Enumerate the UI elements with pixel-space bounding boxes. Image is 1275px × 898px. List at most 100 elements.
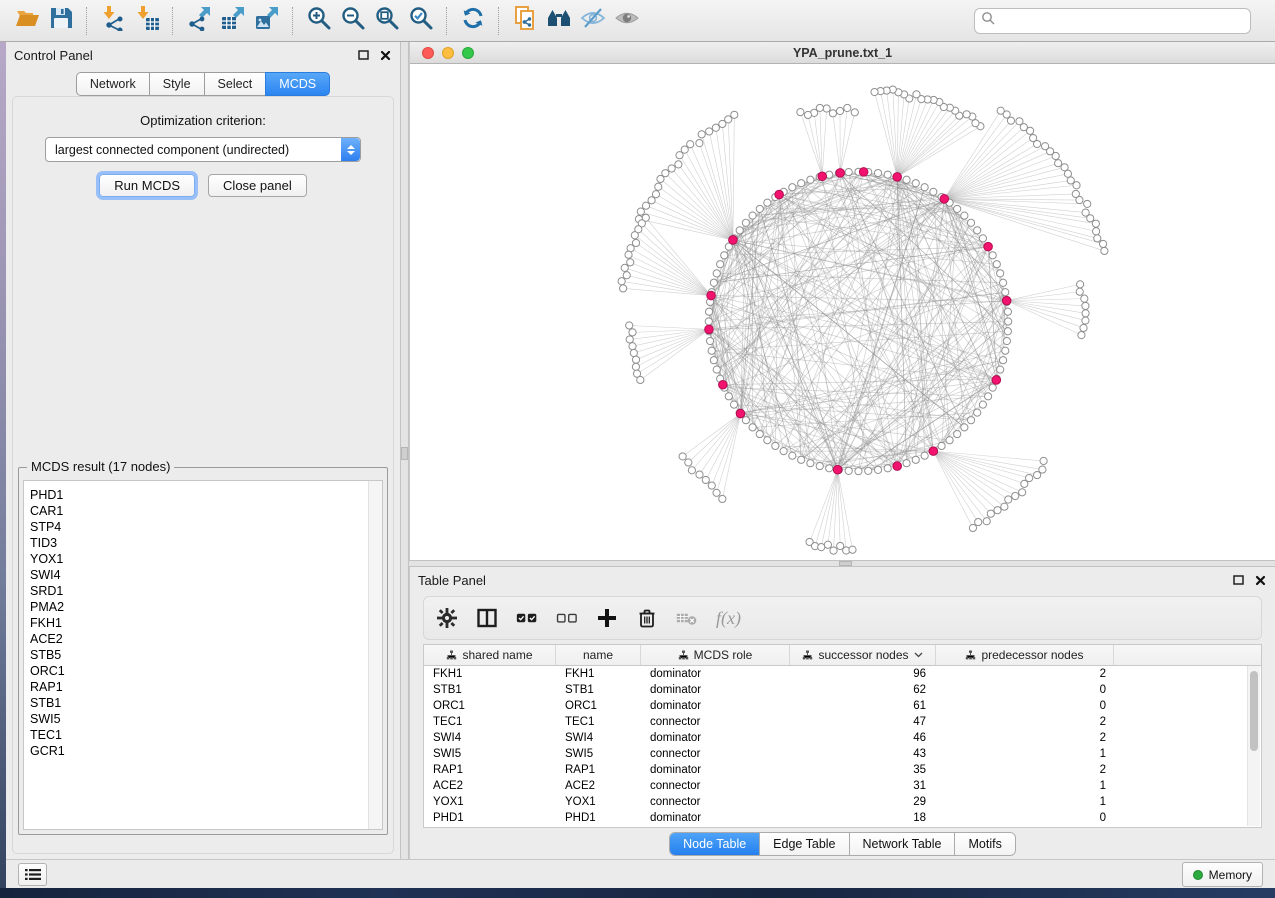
network-node[interactable]	[836, 107, 843, 114]
dominator-node[interactable]	[775, 190, 784, 199]
network-node[interactable]	[637, 376, 644, 383]
table-row[interactable]: ORC1ORC1dominator610	[424, 698, 1261, 714]
network-node[interactable]	[816, 462, 823, 469]
network-node[interactable]	[865, 467, 872, 474]
network-node[interactable]	[705, 318, 712, 325]
network-node[interactable]	[1092, 228, 1099, 235]
network-node[interactable]	[1002, 347, 1009, 354]
network-node[interactable]	[826, 465, 833, 472]
network-node[interactable]	[780, 448, 787, 455]
network-node[interactable]	[1082, 310, 1089, 317]
network-node[interactable]	[1101, 247, 1108, 254]
column-layout-icon[interactable]	[476, 605, 498, 631]
network-node[interactable]	[626, 336, 633, 343]
refresh-layout-button[interactable]	[456, 5, 490, 37]
network-node[interactable]	[1077, 281, 1084, 288]
table-row[interactable]: SWI4SWI4dominator462	[424, 730, 1261, 746]
network-node[interactable]	[1067, 177, 1074, 184]
clone-network-button[interactable]	[508, 5, 542, 37]
mcds-result-item[interactable]: STB1	[30, 695, 382, 711]
network-node[interactable]	[903, 460, 910, 467]
export-table-button[interactable]	[216, 5, 250, 37]
tab-select[interactable]: Select	[204, 72, 267, 96]
mcds-result-list[interactable]: PHD1CAR1STP4TID3YOX1SWI4SRD1PMA2FKH1ACE2…	[23, 480, 383, 830]
network-node[interactable]	[798, 456, 805, 463]
network-node[interactable]	[708, 347, 715, 354]
network-node[interactable]	[685, 459, 692, 466]
dominator-node[interactable]	[705, 325, 714, 334]
network-node[interactable]	[967, 219, 974, 226]
network-node[interactable]	[705, 308, 712, 315]
export-image-button[interactable]	[250, 5, 284, 37]
mcds-result-item[interactable]: SRD1	[30, 583, 382, 599]
mcds-list-scrollbar[interactable]	[368, 481, 382, 829]
network-node[interactable]	[696, 471, 703, 478]
mcds-result-item[interactable]: STP4	[30, 519, 382, 535]
network-node[interactable]	[679, 453, 686, 460]
run-mcds-button[interactable]: Run MCDS	[99, 174, 195, 197]
network-node[interactable]	[1005, 318, 1012, 325]
table-row[interactable]: PHD1PHD1dominator180	[424, 810, 1261, 826]
network-node[interactable]	[710, 279, 717, 286]
network-node[interactable]	[963, 111, 970, 118]
dominator-node[interactable]	[729, 236, 738, 245]
dominator-node[interactable]	[836, 169, 845, 178]
network-node[interactable]	[749, 212, 756, 219]
network-node[interactable]	[648, 197, 655, 204]
network-node[interactable]	[713, 366, 720, 373]
network-node[interactable]	[1061, 164, 1068, 171]
mcds-result-item[interactable]: GCR1	[30, 743, 382, 759]
network-node[interactable]	[730, 401, 737, 408]
network-node[interactable]	[756, 205, 763, 212]
close-panel-button[interactable]: Close panel	[208, 174, 307, 197]
network-node[interactable]	[1026, 474, 1033, 481]
network-node[interactable]	[1041, 143, 1048, 150]
network-node[interactable]	[884, 171, 891, 178]
mcds-result-item[interactable]: ACE2	[30, 631, 382, 647]
dominator-node[interactable]	[707, 291, 716, 300]
export-network-button[interactable]	[182, 5, 216, 37]
network-node[interactable]	[625, 251, 632, 258]
network-node[interactable]	[1080, 324, 1087, 331]
network-node[interactable]	[1082, 317, 1089, 324]
network-node[interactable]	[994, 507, 1001, 514]
task-history-button[interactable]	[18, 863, 47, 886]
network-node[interactable]	[938, 442, 945, 449]
column-header-MCDS-role[interactable]: MCDS role	[641, 645, 790, 665]
network-node[interactable]	[642, 202, 649, 209]
network-node[interactable]	[1040, 457, 1047, 464]
mcds-result-item[interactable]: YOX1	[30, 551, 382, 567]
network-node[interactable]	[756, 430, 763, 437]
network-node[interactable]	[764, 199, 771, 206]
network-node[interactable]	[818, 544, 825, 551]
table-row[interactable]: YOX1YOX1connector291	[424, 794, 1261, 810]
network-node[interactable]	[987, 510, 994, 517]
mcds-result-item[interactable]: CAR1	[30, 503, 382, 519]
network-node[interactable]	[903, 176, 910, 183]
mcds-result-item[interactable]: FKH1	[30, 615, 382, 631]
network-node[interactable]	[845, 168, 852, 175]
function-builder-icon[interactable]: f(x)	[716, 605, 741, 631]
network-node[interactable]	[706, 128, 713, 135]
network-node[interactable]	[632, 356, 639, 363]
network-node[interactable]	[997, 366, 1004, 373]
network-graph[interactable]	[410, 64, 1275, 560]
save-session-button[interactable]	[44, 5, 78, 37]
search-input[interactable]	[995, 13, 1244, 29]
network-node[interactable]	[961, 424, 968, 431]
network-node[interactable]	[696, 140, 703, 147]
deselect-all-icon[interactable]	[556, 605, 578, 631]
vertical-splitter[interactable]	[400, 42, 409, 860]
dominator-node[interactable]	[893, 462, 902, 471]
network-node[interactable]	[1072, 190, 1079, 197]
zoom-out-button[interactable]	[336, 5, 370, 37]
network-node[interactable]	[629, 343, 636, 350]
add-column-icon[interactable]	[596, 605, 618, 631]
network-node[interactable]	[1055, 160, 1062, 167]
dominator-node[interactable]	[984, 242, 993, 251]
network-node[interactable]	[849, 546, 856, 553]
network-node[interactable]	[721, 252, 728, 259]
network-node[interactable]	[930, 188, 937, 195]
network-node[interactable]	[874, 169, 881, 176]
dominator-node[interactable]	[859, 168, 868, 177]
